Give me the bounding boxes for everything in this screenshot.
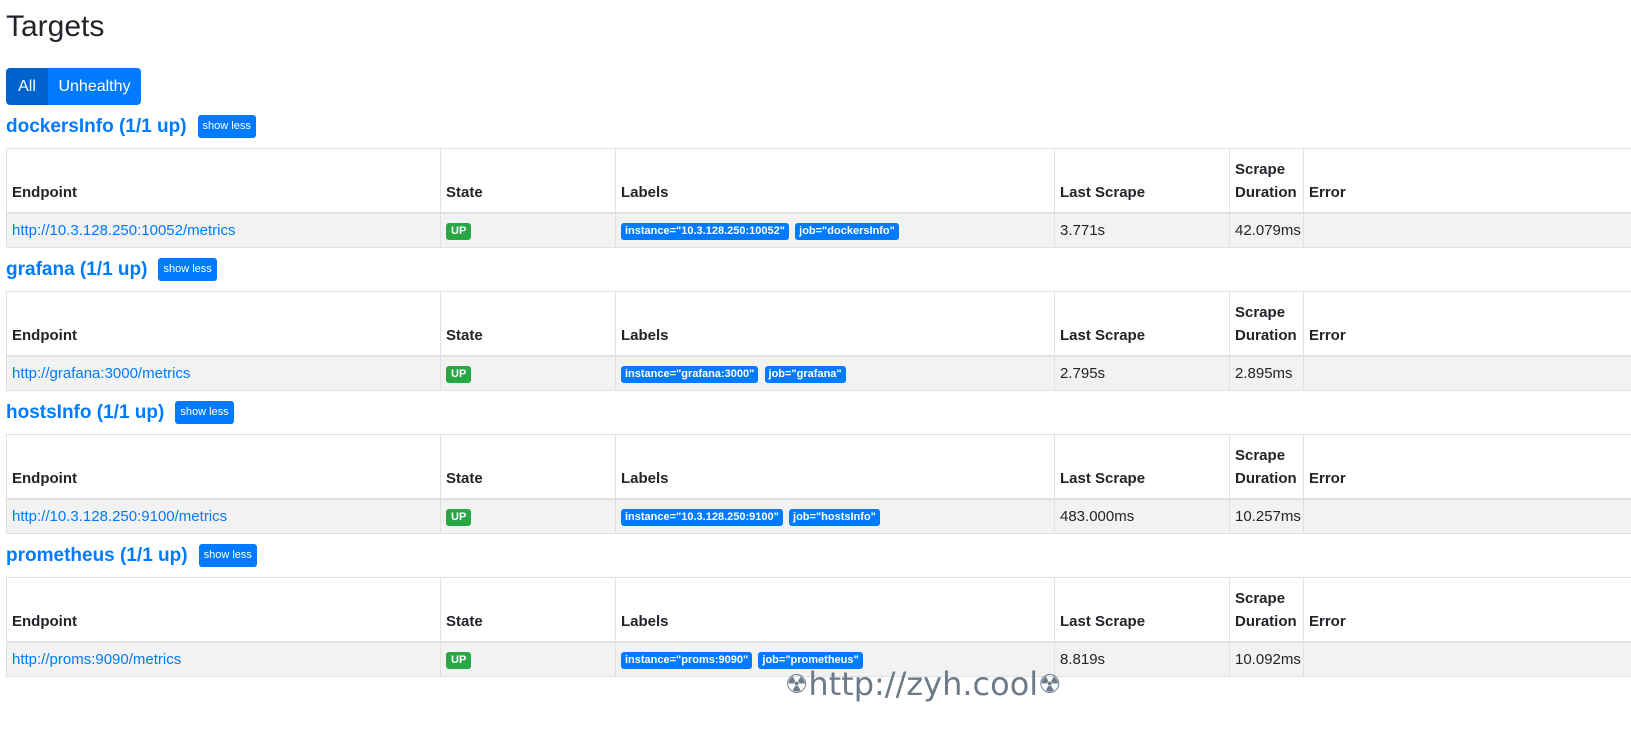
table-row: http://grafana:3000/metrics UP instance=…: [6, 355, 1631, 391]
endpoint-header: Endpoint: [6, 434, 441, 500]
targets-table: Endpoint State Labels Last Scrape Scrape…: [6, 434, 1631, 534]
job-header: prometheus (1/1 up) show less: [6, 534, 1631, 577]
endpoint-header: Endpoint: [6, 148, 441, 214]
last-scrape-cell: 3.771s: [1054, 212, 1230, 248]
state-badge: UP: [446, 652, 472, 669]
job-header: hostsInfo (1/1 up) show less: [6, 391, 1631, 434]
labels-cell: instance="grafana:3000" job="grafana": [615, 355, 1055, 391]
scrape-duration-header: Scrape Duration: [1229, 148, 1304, 214]
table-header-row: Endpoint State Labels Last Scrape Scrape…: [6, 291, 1631, 357]
targets-table: Endpoint State Labels Last Scrape Scrape…: [6, 577, 1631, 677]
endpoint-cell: http://10.3.128.250:9100/metrics: [6, 498, 441, 534]
scrape-duration-cell: 42.079ms: [1229, 212, 1304, 248]
table-header-row: Endpoint State Labels Last Scrape Scrape…: [6, 434, 1631, 500]
filter-button-group: All Unhealthy: [6, 68, 141, 105]
state-cell: UP: [440, 641, 616, 677]
job-list: dockersInfo (1/1 up) show less Endpoint …: [6, 105, 1631, 677]
last-scrape-header: Last Scrape: [1054, 148, 1230, 214]
state-cell: UP: [440, 212, 616, 248]
job-section: grafana (1/1 up) show less Endpoint Stat…: [6, 248, 1631, 391]
watermark: ☢http://zyh.cool☢: [785, 665, 1061, 703]
state-header: State: [440, 577, 616, 643]
state-cell: UP: [440, 355, 616, 391]
endpoint-header: Endpoint: [6, 291, 441, 357]
last-scrape-cell: 8.819s: [1054, 641, 1230, 677]
label-badge: instance="10.3.128.250:10052": [621, 223, 789, 240]
label-badge: job="grafana": [764, 366, 846, 383]
show-less-button[interactable]: show less: [197, 115, 256, 138]
scrape-duration-header: Scrape Duration: [1229, 291, 1304, 357]
label-badge: instance="proms:9090": [621, 652, 753, 669]
table-header-row: Endpoint State Labels Last Scrape Scrape…: [6, 577, 1631, 643]
filter-unhealthy-button[interactable]: Unhealthy: [48, 68, 141, 105]
labels-header: Labels: [615, 434, 1055, 500]
targets-page: Targets All Unhealthy dockersInfo (1/1 u…: [0, 0, 1631, 677]
error-cell: [1303, 355, 1631, 391]
job-title-link[interactable]: dockersInfo (1/1 up): [6, 116, 187, 138]
state-header: State: [440, 434, 616, 500]
state-badge: UP: [446, 509, 472, 526]
label-badge: job="dockersInfo": [795, 223, 899, 240]
error-header: Error: [1303, 434, 1631, 500]
targets-table: Endpoint State Labels Last Scrape Scrape…: [6, 291, 1631, 391]
scrape-duration-cell: 2.895ms: [1229, 355, 1304, 391]
endpoint-cell: http://proms:9090/metrics: [6, 641, 441, 677]
scrape-duration-header: Scrape Duration: [1229, 434, 1304, 500]
last-scrape-header: Last Scrape: [1054, 291, 1230, 357]
watermark-text: http://zyh.cool: [808, 665, 1039, 703]
table-header-row: Endpoint State Labels Last Scrape Scrape…: [6, 148, 1631, 214]
label-badge: job="hostsInfo": [789, 509, 880, 526]
labels-header: Labels: [615, 148, 1055, 214]
table-row: http://10.3.128.250:9100/metrics UP inst…: [6, 498, 1631, 534]
error-cell: [1303, 498, 1631, 534]
radioactive-icon: ☢: [785, 670, 809, 700]
labels-cell: instance="10.3.128.250:9100" job="hostsI…: [615, 498, 1055, 534]
job-section: hostsInfo (1/1 up) show less Endpoint St…: [6, 391, 1631, 534]
state-cell: UP: [440, 498, 616, 534]
endpoint-cell: http://grafana:3000/metrics: [6, 355, 441, 391]
show-less-button[interactable]: show less: [175, 401, 234, 424]
state-badge: UP: [446, 223, 472, 240]
last-scrape-header: Last Scrape: [1054, 577, 1230, 643]
job-header: dockersInfo (1/1 up) show less: [6, 105, 1631, 148]
endpoint-link[interactable]: http://10.3.128.250:10052/metrics: [12, 222, 235, 239]
job-section: prometheus (1/1 up) show less Endpoint S…: [6, 534, 1631, 677]
error-cell: [1303, 212, 1631, 248]
radioactive-icon: ☢: [1038, 670, 1062, 700]
table-row: http://10.3.128.250:10052/metrics UP ins…: [6, 212, 1631, 248]
last-scrape-header: Last Scrape: [1054, 434, 1230, 500]
label-badge: instance="grafana:3000": [621, 366, 759, 383]
labels-header: Labels: [615, 577, 1055, 643]
endpoint-cell: http://10.3.128.250:10052/metrics: [6, 212, 441, 248]
error-cell: [1303, 641, 1631, 677]
show-less-button[interactable]: show less: [198, 544, 257, 567]
scrape-duration-cell: 10.257ms: [1229, 498, 1304, 534]
last-scrape-cell: 2.795s: [1054, 355, 1230, 391]
show-less-button[interactable]: show less: [158, 258, 217, 281]
labels-cell: instance="10.3.128.250:10052" job="docke…: [615, 212, 1055, 248]
job-title-link[interactable]: prometheus (1/1 up): [6, 545, 188, 567]
page-title: Targets: [6, 10, 105, 43]
scrape-duration-header: Scrape Duration: [1229, 577, 1304, 643]
endpoint-link[interactable]: http://grafana:3000/metrics: [12, 365, 190, 382]
error-header: Error: [1303, 148, 1631, 214]
endpoint-header: Endpoint: [6, 577, 441, 643]
job-section: dockersInfo (1/1 up) show less Endpoint …: [6, 105, 1631, 248]
error-header: Error: [1303, 577, 1631, 643]
job-title-link[interactable]: grafana (1/1 up): [6, 259, 147, 281]
targets-table: Endpoint State Labels Last Scrape Scrape…: [6, 148, 1631, 248]
endpoint-link[interactable]: http://proms:9090/metrics: [12, 651, 181, 668]
state-header: State: [440, 148, 616, 214]
last-scrape-cell: 483.000ms: [1054, 498, 1230, 534]
state-badge: UP: [446, 366, 472, 383]
job-header: grafana (1/1 up) show less: [6, 248, 1631, 291]
error-header: Error: [1303, 291, 1631, 357]
label-badge: instance="10.3.128.250:9100": [621, 509, 783, 526]
state-header: State: [440, 291, 616, 357]
labels-header: Labels: [615, 291, 1055, 357]
scrape-duration-cell: 10.092ms: [1229, 641, 1304, 677]
filter-all-button[interactable]: All: [6, 68, 48, 105]
job-title-link[interactable]: hostsInfo (1/1 up): [6, 402, 164, 424]
endpoint-link[interactable]: http://10.3.128.250:9100/metrics: [12, 508, 227, 525]
